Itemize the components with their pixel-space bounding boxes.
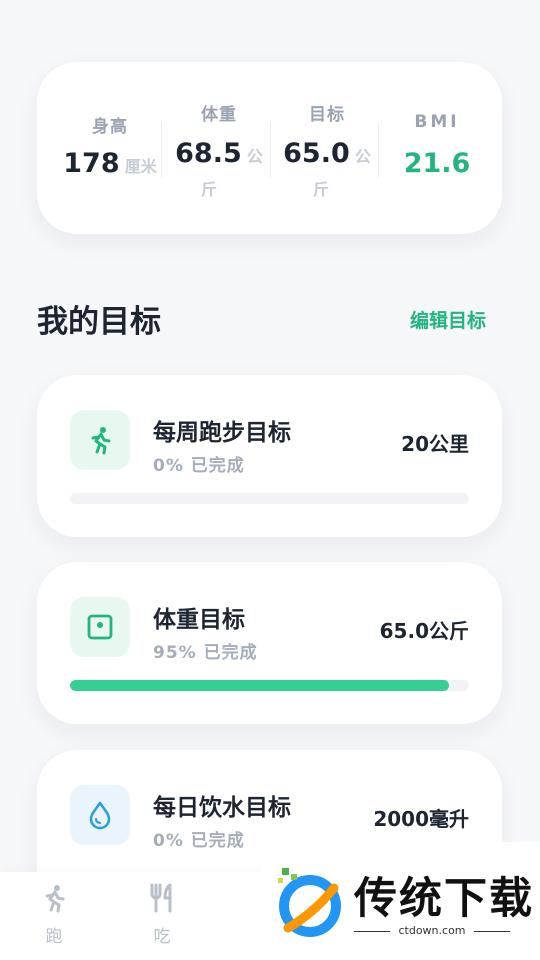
goal-progress-text: 95% 已完成: [153, 643, 258, 663]
watermark-title: 传统下载: [354, 874, 534, 924]
height-value: 178: [63, 148, 120, 179]
scale-icon: [87, 614, 113, 640]
goal-title: 每日饮水目标: [153, 795, 291, 821]
bmi-label: BMI: [414, 112, 460, 132]
weight-unit: 公: [246, 147, 263, 166]
weight-unit-line2: 斤: [201, 180, 218, 199]
watermark-site: ctdown.com: [398, 924, 466, 937]
goal-progress-text: 0% 已完成: [153, 831, 245, 851]
goal-progress-bar: [70, 493, 469, 504]
height-label: 身高: [92, 117, 128, 137]
nav-item-run[interactable]: 跑: [14, 882, 94, 947]
watermark-logo-icon: [278, 868, 341, 937]
running-person-icon: [91, 427, 111, 455]
weight-label: 体重: [201, 105, 237, 125]
running-person-icon: [45, 885, 65, 913]
goal-progress-bar: [70, 680, 469, 691]
goal-target: 2000毫升: [373, 807, 469, 831]
goal-title: 体重目标: [153, 607, 245, 633]
weight-value: 68.5: [175, 138, 242, 169]
target-unit-line2: 斤: [313, 180, 330, 199]
goal-card-weight[interactable]: 体重目标 95% 已完成 65.0公斤: [37, 562, 502, 724]
nav-label: 吃: [153, 927, 171, 947]
water-drop-icon: [89, 801, 111, 830]
divider: [161, 122, 162, 178]
goal-target: 65.0公斤: [379, 619, 469, 643]
scale-icon-box: [70, 597, 130, 657]
divider: [270, 122, 271, 178]
goal-progress-text: 0% 已完成: [153, 456, 245, 476]
target-value: 65.0: [283, 138, 350, 169]
body-stats-card: 身高 178 厘米 体重 68.5 公 斤 目标 65.0 公 斤 BMI 21…: [37, 62, 502, 234]
running-icon-box: [70, 410, 130, 470]
divider: [378, 122, 379, 178]
target-weight-stat: 目标 65.0 公 斤: [277, 62, 377, 234]
target-label: 目标: [309, 105, 345, 125]
nav-item-eat[interactable]: 吃: [122, 882, 202, 947]
water-icon-box: [70, 785, 130, 845]
goal-progress-fill: [70, 680, 450, 691]
section-title: 我的目标: [37, 304, 161, 340]
height-stat: 身高 178 厘米: [55, 62, 165, 234]
weight-stat: 体重 68.5 公 斤: [169, 62, 269, 234]
bmi-value: 21.6: [403, 148, 471, 179]
edit-goals-button[interactable]: 编辑目标: [410, 306, 486, 333]
fork-knife-icon: [150, 883, 172, 913]
bmi-stat: BMI 21.6: [387, 62, 487, 234]
nav-label: 跑: [45, 927, 63, 947]
goal-target: 20公里: [401, 432, 469, 456]
goal-title: 每周跑步目标: [153, 420, 291, 446]
watermark: 传统下载 ctdown.com: [262, 842, 540, 960]
goal-card-running[interactable]: 每周跑步目标 0% 已完成 20公里: [37, 375, 502, 537]
height-unit: 厘米: [124, 157, 157, 176]
target-unit: 公: [354, 147, 371, 166]
